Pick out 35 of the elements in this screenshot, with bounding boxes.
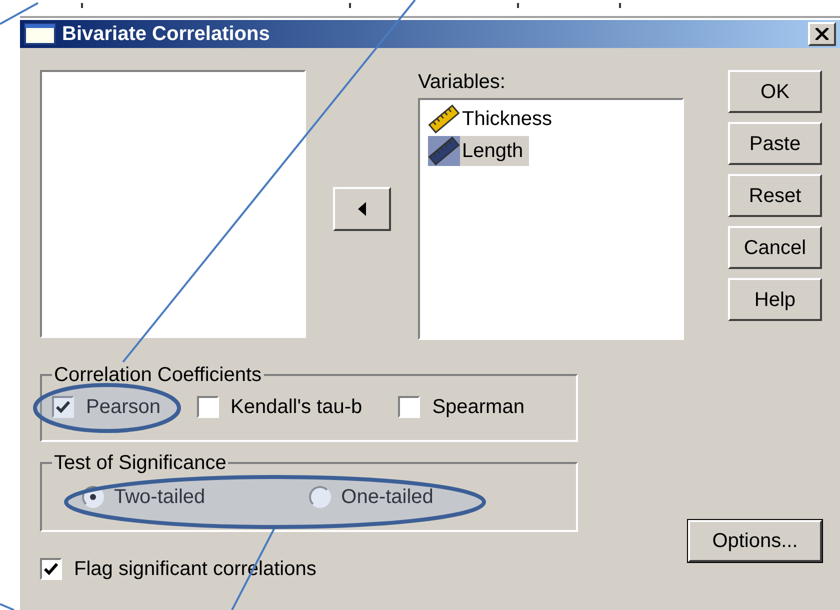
check-icon — [56, 401, 70, 413]
checkbox-label: Spearman — [432, 395, 524, 420]
close-button[interactable] — [808, 22, 836, 46]
variable-item[interactable]: Length — [428, 136, 530, 166]
radio-button[interactable] — [309, 486, 332, 508]
callout-line — [0, 2, 38, 25]
radio-label: One-tailed — [341, 485, 434, 510]
left-arrow-icon — [358, 202, 366, 216]
checkbox[interactable] — [196, 396, 218, 418]
callout-line — [0, 603, 14, 610]
dialog-button[interactable]: Paste — [728, 122, 822, 165]
source-list[interactable] — [40, 70, 306, 338]
group-title: Test of Significance — [53, 452, 228, 474]
dialog-button[interactable]: Cancel — [728, 226, 822, 269]
check-icon — [44, 563, 58, 575]
dialog-button[interactable]: OK — [728, 70, 822, 113]
window-title: Bivariate Correlations — [62, 22, 270, 47]
dialog-button[interactable]: Reset — [728, 174, 822, 217]
checkbox[interactable] — [40, 558, 62, 580]
checkbox[interactable] — [52, 396, 74, 418]
close-icon — [815, 28, 829, 40]
dialog-button[interactable]: Help — [728, 278, 822, 321]
checkbox-label: Kendall's tau-b — [230, 395, 362, 420]
ruler-icon — [428, 136, 460, 166]
variables-label: Variables: — [418, 70, 506, 95]
group-title: Correlation Coefficients — [53, 364, 263, 386]
options-button[interactable]: Options... — [688, 520, 822, 562]
window-icon — [24, 23, 56, 45]
checkbox-label: Pearson — [86, 395, 160, 420]
variables-list[interactable]: Thickness Length — [418, 98, 684, 340]
radio-button[interactable] — [82, 486, 104, 508]
move-button[interactable] — [333, 187, 391, 231]
variable-item[interactable]: Thickness — [428, 104, 558, 134]
checkbox[interactable] — [398, 396, 420, 418]
radio-label: Two-tailed — [114, 485, 206, 510]
